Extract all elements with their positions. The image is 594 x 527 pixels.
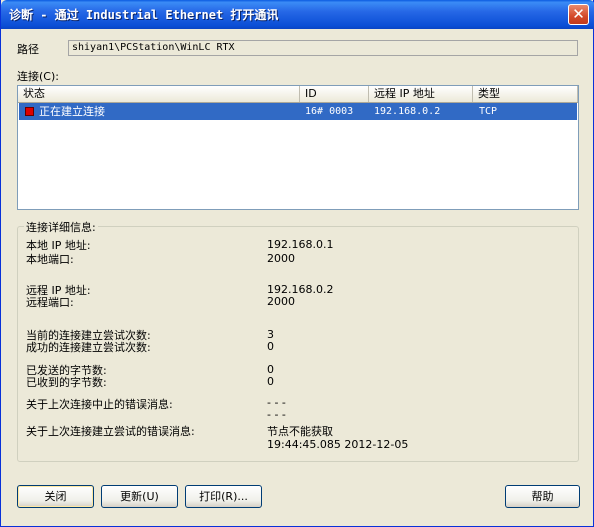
- connections-label: 连接(C):: [17, 70, 59, 83]
- column-header-id[interactable]: ID: [300, 86, 369, 102]
- status-error-icon: [25, 107, 34, 116]
- local-ip-value: 192.168.0.1: [267, 238, 334, 251]
- row-remote-ip: 192.168.0.2: [374, 106, 441, 117]
- row-type: TCP: [479, 106, 498, 117]
- row-status: 正在建立连接: [39, 105, 105, 118]
- successful-attempts-value: 0: [267, 340, 274, 353]
- row-id: 16# 0003: [305, 106, 354, 117]
- print-button[interactable]: 打印(R)...: [185, 485, 262, 508]
- list-header: 状态 ID 远程 IP 地址 类型: [18, 86, 578, 103]
- close-icon: ✕: [572, 5, 585, 23]
- last-attempt-error-value: 节点不能获取: [267, 425, 333, 438]
- details-title: 连接详细信息:: [24, 219, 98, 235]
- column-header-remote-ip[interactable]: 远程 IP 地址: [369, 86, 473, 102]
- local-port-value: 2000: [267, 252, 295, 265]
- last-abort-error-line2: - - -: [267, 408, 286, 421]
- table-row[interactable]: 正在建立连接 16# 0003 192.168.0.2 TCP: [19, 103, 577, 120]
- last-abort-error-label: 关于上次连接中止的错误消息:: [26, 398, 173, 411]
- successful-attempts-label: 成功的连接建立尝试次数:: [26, 341, 151, 354]
- column-header-type[interactable]: 类型: [473, 86, 578, 102]
- connections-list[interactable]: 状态 ID 远程 IP 地址 类型 正在建立连接 16# 0003 192.16…: [17, 85, 579, 210]
- help-button[interactable]: 帮助: [505, 485, 580, 508]
- title-bar[interactable]: 诊断 - 通过 Industrial Ethernet 打开通讯 ✕: [1, 0, 594, 29]
- last-attempt-error-label: 关于上次连接建立尝试的错误消息:: [26, 425, 195, 438]
- remote-port-value: 2000: [267, 295, 295, 308]
- path-field: shiyan1\PCStation\WinLC RTX: [68, 40, 578, 56]
- bytes-received-label: 已收到的字节数:: [26, 376, 107, 389]
- last-attempt-timestamp: 19:44:45.085 2012-12-05: [267, 438, 409, 451]
- bytes-received-value: 0: [267, 375, 274, 388]
- close-window-button[interactable]: ✕: [568, 4, 589, 25]
- column-header-status[interactable]: 状态: [18, 86, 300, 102]
- window-title: 诊断 - 通过 Industrial Ethernet 打开通讯: [9, 8, 279, 22]
- path-label: 路径: [17, 43, 39, 56]
- remote-port-label: 远程端口:: [26, 296, 74, 309]
- diagnostics-dialog: 诊断 - 通过 Industrial Ethernet 打开通讯 ✕ 路径 sh…: [0, 0, 594, 527]
- close-button[interactable]: 关闭: [17, 485, 94, 508]
- refresh-button[interactable]: 更新(U): [101, 485, 178, 508]
- local-port-label: 本地端口:: [26, 253, 74, 266]
